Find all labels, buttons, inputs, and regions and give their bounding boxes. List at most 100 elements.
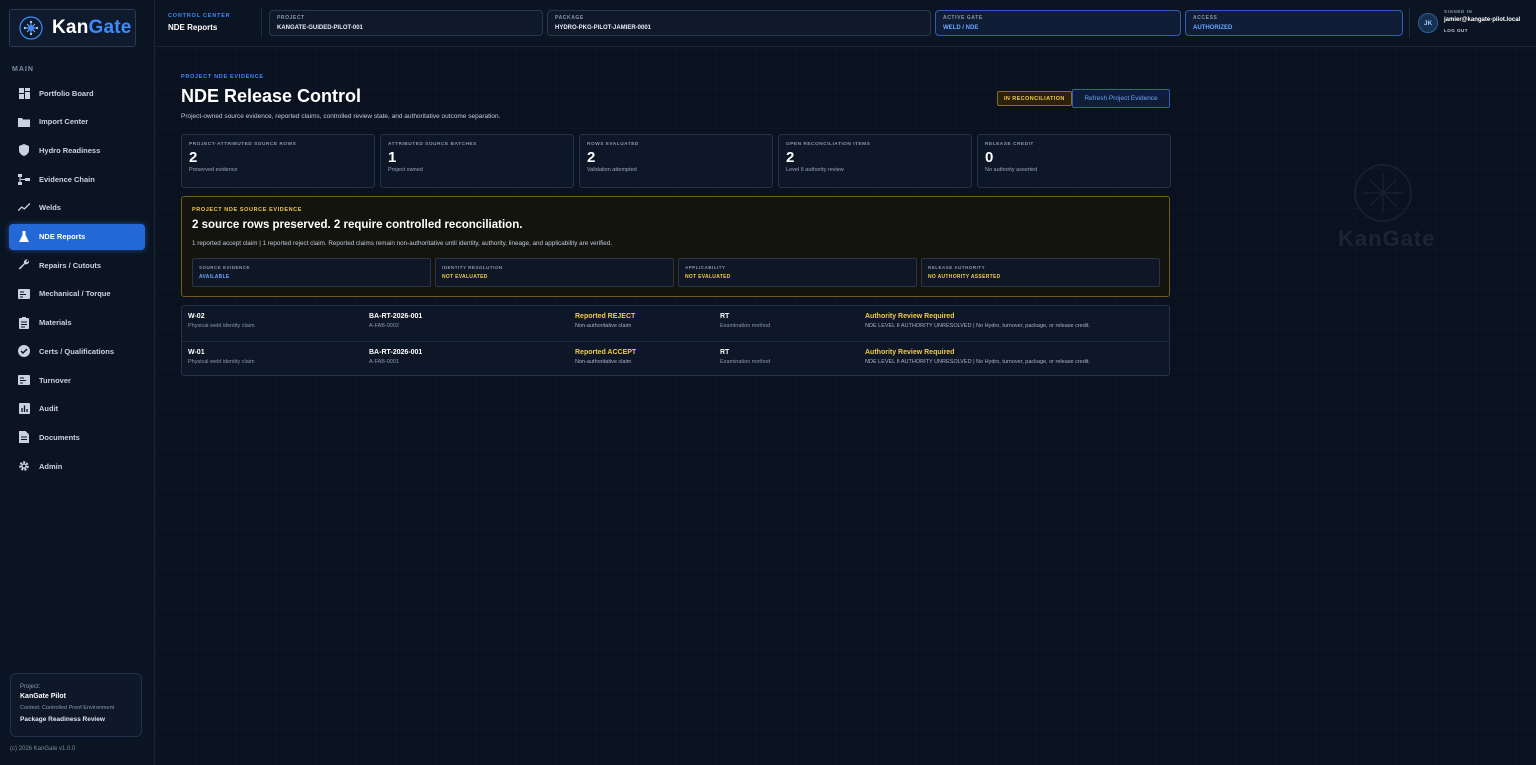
evidence-table: W-02 Physical weld identity claim BA-RT-20… [181,305,1170,376]
status-value: Authority Review Required [865,313,955,320]
trend-icon [18,202,30,214]
sidebar-item-label: Mechanical / Torque [39,289,111,299]
report-cell: BA-RT-2026-001 A-FAB-0002 [369,313,422,329]
stat-card: PROJECT-ATTRIBUTED SOURCE ROWS 2 Preserved… [181,134,375,188]
sidebar-item-portfolio-board[interactable]: Portfolio Board [9,80,145,106]
table-row[interactable]: W-01 Physical weld identity claim BA-RT-20… [182,341,1169,376]
sidebar-item-materials[interactable]: Materials [9,310,145,336]
evidence-status-value: NOT EVALUATED [685,274,731,280]
weld-subtext: Physical weld identity claim [188,323,255,329]
sidebar-item-label: Evidence Chain [39,174,95,184]
evidence-headline: 2 source rows preserved. 2 require contr… [192,219,523,231]
user-email: jamier@kangate-pilot.local [1444,17,1521,23]
evidence-status-label: APPLICABILITY [685,265,726,270]
sidebar-item-label: Repairs / Cutouts [39,260,102,270]
project-card-review: Package Readiness Review [20,716,105,723]
brand-name-part2: Gate [88,17,132,38]
evidence-status-value: NOT EVALUATED [442,274,488,280]
sidebar-item-label: NDE Reports [39,232,86,241]
stat-value: 2 [587,149,596,166]
wrench-icon [18,259,30,271]
evidence-status-label: IDENTITY RESOLUTION [442,265,503,270]
brand-logo[interactable]: KanGate [9,9,136,47]
stat-value: 0 [985,149,994,166]
claim-value: Reported REJECT [575,313,636,320]
sidebar-item-certs-qualifications[interactable]: Certs / Qualifications [9,338,145,364]
panel-icon [18,288,30,300]
sidebar-item-audit[interactable]: Audit [9,396,145,422]
claim-cell: Reported REJECT Non-authoritative claim [575,313,635,329]
access-value: AUTHORIZED [1193,25,1233,31]
stat-value: 1 [388,149,397,166]
evidence-status-box: SOURCE EVIDENCE AVAILABLE [192,258,431,287]
sidebar-item-welds[interactable]: Welds [9,195,145,221]
stat-label: RELEASE CREDIT [985,142,1034,147]
gear-icon [18,460,30,472]
weld-cell: W-01 Physical weld identity claim [188,349,255,365]
project-selector[interactable]: PROJECT KANGATE-GUIDED-PILOT-001 [269,10,543,36]
document-icon [18,431,30,444]
stat-card: RELEASE CREDIT 0 No authority asserted [977,134,1171,188]
grid-icon [18,87,30,99]
sidebar-item-evidence-chain[interactable]: Evidence Chain [9,166,145,192]
status-subtext: NDE LEVEL II AUTHORITY UNRESOLVED | No H… [865,323,1091,329]
evidence-status-value: NO AUTHORITY ASSERTED [928,274,1001,280]
stat-subtext: Validation attempted [587,167,637,173]
evidence-status-label: RELEASE AUTHORITY [928,265,986,270]
signed-in-label: SIGNED IN [1444,9,1473,14]
table-row[interactable]: W-02 Physical weld identity claim BA-RT-20… [182,306,1169,341]
stat-value: 2 [786,149,795,166]
circuit-brain-icon [19,16,43,40]
report-subtext: A-FAB-0001 [369,359,399,365]
copyright: (c) 2026 KanGate v1.0.0 [10,746,76,752]
project-label: PROJECT [277,15,305,21]
clipboard-icon [18,316,30,329]
package-selector[interactable]: PACKAGE HYDRO-PKG-PILOT-JAMIER-0001 [547,10,931,36]
sidebar-item-import-center[interactable]: Import Center [9,109,145,135]
top-bar: CONTROL CENTER NDE Reports PROJECT KANGA… [155,0,1536,47]
evidence-status-value: AVAILABLE [199,274,230,280]
sidebar-item-documents[interactable]: Documents [9,424,145,450]
refresh-evidence-button[interactable]: Refresh Project Evidence [1072,89,1170,108]
evidence-detail: 1 reported accept claim | 1 reported rej… [192,240,613,247]
project-value: KANGATE-GUIDED-PILOT-001 [277,25,363,31]
divider [261,8,262,38]
sidebar-item-nde-reports[interactable]: NDE Reports [9,223,145,250]
active-gate-value: WELD / NDE [943,25,979,31]
page-eyebrow: PROJECT NDE EVIDENCE [181,74,264,80]
evidence-status-box: RELEASE AUTHORITY NO AUTHORITY ASSERTED [921,258,1160,287]
sidebar-item-mechanical-torque[interactable]: Mechanical / Torque [9,281,145,307]
logout-link[interactable]: LOG OUT [1444,28,1520,33]
control-center: CONTROL CENTER NDE Reports [168,13,230,32]
sidebar-item-hydro-readiness[interactable]: Hydro Readiness [9,137,145,163]
status-value: Authority Review Required [865,349,955,356]
active-gate-selector[interactable]: ACTIVE GATE WELD / NDE [935,10,1181,36]
status-cell: Authority Review Required NDE LEVEL II AU… [865,313,1090,329]
sidebar-item-label: Certs / Qualifications [39,346,115,356]
project-card: Project: KanGate Pilot Context: Controll… [10,673,142,737]
report-value: BA-RT-2026-001 [369,313,423,320]
package-value: HYDRO-PKG-PILOT-JAMIER-0001 [555,25,652,31]
nav-heading: MAIN [12,66,34,73]
avatar[interactable]: JK [1418,13,1438,33]
stat-subtext: No authority asserted [985,167,1038,173]
sidebar-item-turnover[interactable]: Turnover [9,367,145,393]
report-value: BA-RT-2026-001 [369,349,423,356]
method-value: RT [720,313,730,320]
status-badge: IN RECONCILIATION [997,91,1072,106]
sidebar-item-admin[interactable]: Admin [9,453,145,479]
sidebar-item-label: Admin [39,461,63,471]
evidence-status-box: APPLICABILITY NOT EVALUATED [678,258,917,287]
method-cell: RT Examination method [720,349,770,365]
claim-cell: Reported ACCEPT Non-authoritative claim [575,349,636,365]
sidebar-item-repairs-cutouts[interactable]: Repairs / Cutouts [9,252,145,278]
sidebar-item-label: Welds [39,203,61,213]
active-gate-label: ACTIVE GATE [943,15,983,21]
claim-value: Reported ACCEPT [575,349,637,356]
package-label: PACKAGE [555,15,584,21]
shield-icon [18,144,30,157]
claim-subtext: Non-authoritative claim [575,359,632,365]
watermark-text: KanGate [1338,226,1436,251]
sidebar-item-label: Turnover [39,375,71,385]
stat-card: OPEN RECONCILIATION ITEMS 2 Level II autho… [778,134,972,188]
